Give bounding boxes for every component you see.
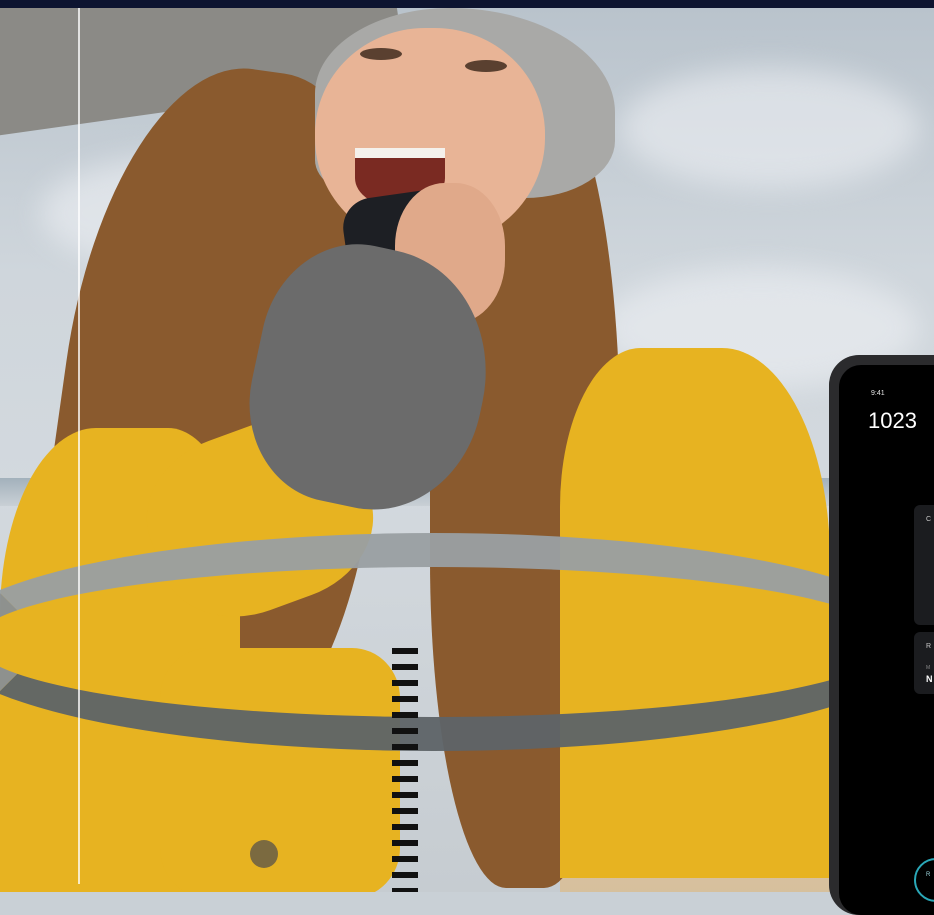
ring-button-label: R bbox=[926, 872, 931, 878]
route-card-value: N bbox=[926, 674, 933, 684]
info-card[interactable] bbox=[914, 505, 934, 625]
eye-left bbox=[360, 48, 402, 60]
hero-photo bbox=[0, 8, 934, 892]
jacket-snap bbox=[250, 840, 278, 868]
route-card[interactable] bbox=[914, 632, 934, 694]
coiled-cord bbox=[392, 648, 418, 892]
route-card-sub: M bbox=[926, 665, 931, 671]
clock-display: 1023 bbox=[868, 408, 917, 433]
top-bar bbox=[0, 0, 934, 8]
route-card-label: R bbox=[926, 643, 932, 650]
info-card-label: C bbox=[926, 516, 932, 523]
cloud bbox=[620, 68, 920, 188]
vertical-divider bbox=[78, 0, 80, 884]
eye-right bbox=[465, 60, 507, 72]
status-time: 9:41 bbox=[871, 390, 885, 397]
